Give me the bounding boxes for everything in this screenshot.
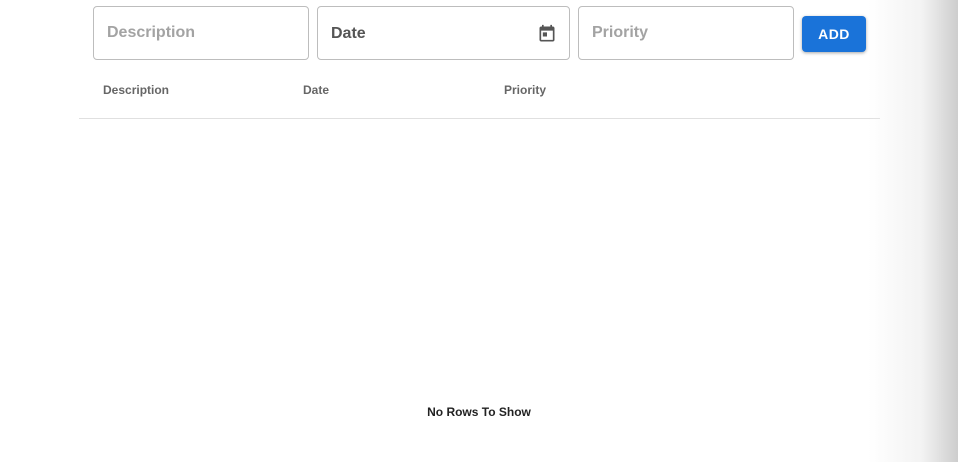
date-field[interactable]: Date <box>317 6 570 60</box>
no-rows-message: No Rows To Show <box>427 405 531 419</box>
app-page: Date ADD Description Date Priority No Ro… <box>0 0 958 462</box>
date-field-label: Date <box>331 25 366 42</box>
column-header-description[interactable]: Description <box>103 82 169 98</box>
column-header-priority[interactable]: Priority <box>504 82 546 98</box>
header-divider <box>79 118 880 119</box>
description-field[interactable] <box>93 6 309 60</box>
calendar-icon[interactable] <box>537 24 557 44</box>
priority-input[interactable] <box>592 7 780 59</box>
scroll-edge-shadow <box>868 0 958 462</box>
column-header-date[interactable]: Date <box>303 82 329 98</box>
description-input[interactable] <box>107 7 295 59</box>
add-button[interactable]: ADD <box>802 16 866 52</box>
priority-field[interactable] <box>578 6 794 60</box>
